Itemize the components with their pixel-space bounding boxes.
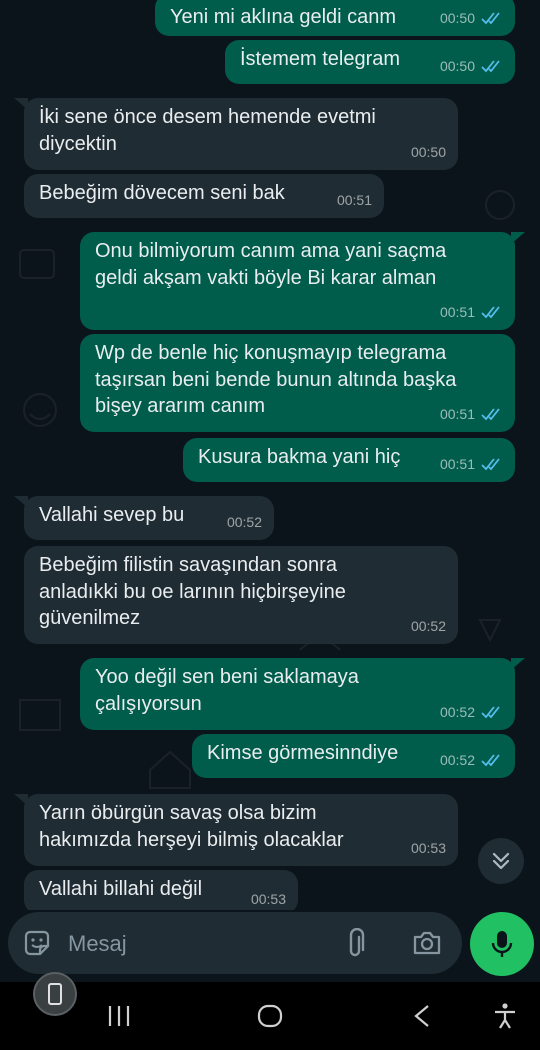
message-time: 00:53 [250, 890, 286, 907]
message-bubble-incoming[interactable]: Vallahi billahi değil 00:53 [24, 870, 298, 910]
voice-record-button[interactable] [470, 912, 534, 976]
message-meta: 00:50 [440, 5, 503, 32]
message-text: İki sene önce desem hemende evetmi diyce… [39, 106, 376, 155]
bubble-tail [511, 232, 525, 244]
double-check-icon [481, 753, 503, 767]
home-icon[interactable] [256, 1002, 284, 1030]
message-bubble-outgoing[interactable]: Kimse görmesinndiye 00:52 [192, 734, 515, 778]
message-bubble-incoming[interactable]: Bebeğim filistin savaşından sonra anladı… [24, 546, 458, 644]
microphone-icon [491, 931, 513, 957]
message-text: Vallahi billahi değil [39, 878, 203, 900]
message-meta: 00:52 [411, 613, 446, 640]
recent-apps-icon[interactable] [106, 1002, 132, 1030]
message-time: 00:50 [439, 9, 475, 26]
message-meta: 00:51 [440, 401, 503, 428]
phone-rotate-icon [48, 983, 62, 1005]
message-meta: 00:50 [411, 139, 446, 166]
bubble-tail [511, 658, 525, 670]
double-check-icon [481, 407, 503, 421]
message-time: 00:51 [439, 455, 475, 472]
camera-icon[interactable] [412, 929, 442, 957]
rotate-screen-button[interactable] [33, 972, 77, 1016]
accessibility-icon[interactable] [492, 1002, 518, 1030]
message-time: 00:52 [410, 617, 446, 634]
double-chevron-down-icon [492, 852, 510, 870]
message-meta: 00:52 [440, 747, 503, 774]
bubble-tail [14, 98, 28, 110]
message-bubble-incoming[interactable]: Vallahi sevep bu 00:52 [14, 496, 274, 540]
message-bubble-outgoing[interactable]: Wp de benle hiç konuşmayıp telegrama taş… [80, 334, 515, 432]
system-navigation-bar [0, 982, 540, 1050]
message-bubble-outgoing[interactable]: Yoo değil sen beni saklamaya çalışıyorsu… [80, 658, 525, 730]
double-check-icon [481, 705, 503, 719]
message-bubble-outgoing[interactable]: Kusura bakma yani hiç 00:51 [183, 438, 515, 482]
message-bubble-outgoing[interactable]: Yeni mi aklına geldi canm 00:50 [155, 0, 515, 36]
message-time: 00:51 [336, 191, 372, 208]
bubble-tail [14, 496, 28, 508]
message-time: 00:52 [439, 703, 475, 720]
double-check-icon [481, 305, 503, 319]
message-text: Yarın öbürgün savaş olsa bizim hakımızda… [39, 802, 344, 851]
message-time: 00:52 [439, 751, 475, 768]
message-meta: 00:51 [440, 299, 503, 326]
message-bubble-incoming[interactable]: Bebeğim dövecem seni bak 00:51 [24, 174, 384, 218]
message-meta: 00:51 [440, 451, 503, 478]
message-bubble-incoming[interactable]: İki sene önce desem hemende evetmi diyce… [14, 98, 458, 170]
message-meta: 00:53 [411, 835, 446, 862]
message-time: 00:50 [410, 143, 446, 160]
scroll-to-bottom-button[interactable] [478, 838, 524, 884]
message-text: Bebeğim filistin savaşından sonra anladı… [39, 554, 346, 629]
message-input[interactable]: Mesaj [68, 931, 127, 957]
message-bubble-incoming[interactable]: Yarın öbürgün savaş olsa bizim hakımızda… [14, 794, 458, 866]
sticker-smiley-icon[interactable] [22, 928, 52, 958]
double-check-icon [481, 457, 503, 471]
message-meta: 00:51 [337, 187, 372, 214]
message-time: 00:52 [226, 513, 262, 530]
message-time: 00:51 [439, 405, 475, 422]
message-text: Onu bilmiyorum canım ama yani saçma geld… [95, 240, 447, 289]
message-meta: 00:53 [251, 886, 286, 911]
message-time: 00:51 [439, 303, 475, 320]
message-bubble-outgoing[interactable]: Onu bilmiyorum canım ama yani saçma geld… [80, 232, 525, 330]
message-bubble-outgoing[interactable]: İstemem telegram 00:50 [225, 40, 515, 84]
paperclip-icon[interactable] [346, 928, 370, 958]
message-text: Bebeğim dövecem seni bak [39, 182, 285, 204]
back-icon[interactable] [410, 1002, 434, 1030]
message-meta: 00:52 [227, 509, 262, 536]
double-check-icon [481, 11, 503, 25]
bubble-tail [14, 794, 28, 806]
double-check-icon [481, 59, 503, 73]
message-composer[interactable]: Mesaj [8, 912, 462, 974]
chat-area[interactable]: Yeni mi aklına geldi canm 00:50 İstemem … [0, 0, 540, 910]
message-time: 00:53 [410, 839, 446, 856]
message-meta: 00:50 [440, 53, 503, 80]
message-time: 00:50 [439, 57, 475, 74]
message-meta: 00:52 [440, 699, 503, 726]
